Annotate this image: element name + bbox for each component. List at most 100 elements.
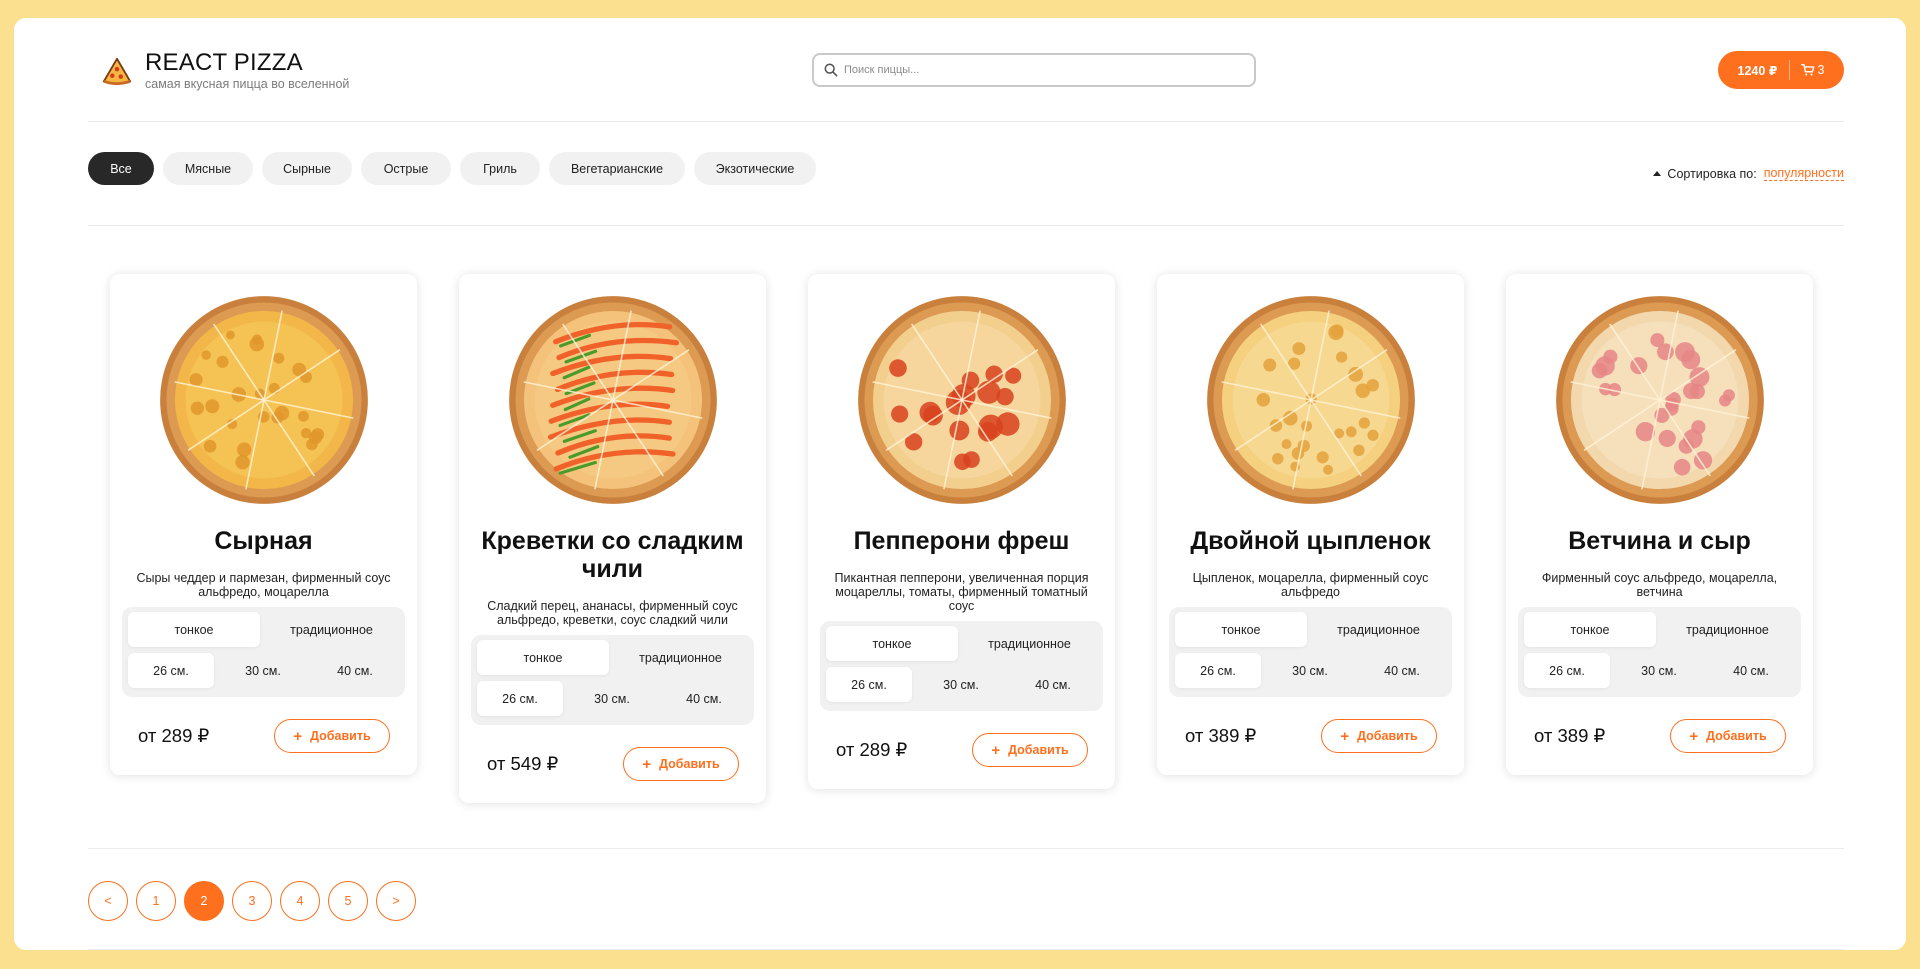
pagination: <1 2 3 4 5 > bbox=[88, 881, 424, 921]
size-option[interactable]: 30 см. bbox=[1616, 653, 1702, 688]
dough-type-option[interactable]: традиционное bbox=[613, 640, 748, 675]
dough-type-option[interactable]: тонкое bbox=[128, 612, 260, 647]
logo[interactable]: REACT PIZZA самая вкусная пицца во вселе… bbox=[102, 50, 349, 92]
pagination-page-button[interactable]: 4 bbox=[280, 881, 320, 921]
pizza-name: Двойной цыпленок bbox=[1190, 527, 1431, 555]
pizza-price: от 389 ₽ bbox=[1185, 725, 1257, 746]
category-button[interactable]: Острые bbox=[361, 152, 451, 185]
plus-icon: + bbox=[1689, 727, 1699, 745]
size-option[interactable]: 40 см. bbox=[1708, 653, 1794, 688]
dough-type-option[interactable]: традиционное bbox=[1660, 612, 1795, 647]
logo-title: REACT PIZZA bbox=[145, 49, 303, 76]
plus-icon: + bbox=[642, 755, 652, 773]
search-icon bbox=[824, 63, 838, 77]
header: REACT PIZZA самая вкусная пицца во вселе… bbox=[88, 18, 1844, 122]
logo-subtitle: самая вкусная пицца во вселенной bbox=[145, 77, 350, 91]
add-label: Добавить bbox=[310, 729, 371, 743]
cart-count: 3 bbox=[1817, 63, 1825, 77]
categories: Все Мясные Сырные Острые Гриль Вегетарианские… bbox=[88, 152, 825, 185]
size-option[interactable]: 26 см. bbox=[826, 667, 912, 702]
pizza-options: тонкое традиционное 26 см. 30 см. 40 см. bbox=[1518, 607, 1801, 697]
bottom-divider bbox=[88, 949, 1844, 950]
pizza-description: Цыпленок, моцарелла, фирменный соус альф… bbox=[1192, 571, 1429, 599]
pizza-options: тонкое традиционное 26 см. 30 см. 40 см. bbox=[471, 635, 754, 725]
pizza-card: Двойной цыпленок Цыпленок, моцарелла, фир… bbox=[1157, 274, 1464, 775]
add-label: Добавить bbox=[659, 757, 720, 771]
size-option[interactable]: 26 см. bbox=[1524, 653, 1610, 688]
category-button[interactable]: Вегетарианские bbox=[549, 152, 685, 185]
pagination-divider bbox=[88, 848, 1844, 849]
dough-type-option[interactable]: традиционное bbox=[1311, 612, 1446, 647]
add-label: Добавить bbox=[1706, 729, 1767, 743]
pagination-prev-button[interactable]: < bbox=[88, 881, 128, 921]
pagination-page-button[interactable]: 5 bbox=[328, 881, 368, 921]
search-box bbox=[812, 53, 1256, 87]
pizza-description: Сладкий перец, ананасы, фирменный соус а… bbox=[487, 599, 738, 627]
size-option[interactable]: 30 см. bbox=[1267, 653, 1353, 688]
pizza-logo-icon bbox=[102, 57, 132, 86]
dough-type-option[interactable]: тонкое bbox=[477, 640, 609, 675]
sort-arrow-icon[interactable] bbox=[1653, 171, 1662, 176]
search-input[interactable] bbox=[844, 64, 1244, 76]
pizza-card: Ветчина и сыр Фирменный соус альфредо, мо… bbox=[1506, 274, 1813, 775]
size-option[interactable]: 26 см. bbox=[128, 653, 214, 688]
add-to-cart-button[interactable]: + Добавить bbox=[623, 747, 739, 781]
dough-type-option[interactable]: тонкое bbox=[1175, 612, 1307, 647]
size-option[interactable]: 40 см. bbox=[1010, 667, 1096, 702]
pizza-description: Пикантная пепперони, увеличенная порция … bbox=[834, 571, 1089, 613]
pizza-card: Сырная Сыры чеддер и пармезан, фирменный … bbox=[110, 274, 417, 775]
pizza-image bbox=[507, 294, 719, 506]
size-option[interactable]: 30 см. bbox=[220, 653, 306, 688]
pizza-name: Сырная bbox=[214, 527, 313, 555]
pizza-price: от 549 ₽ bbox=[487, 753, 559, 774]
category-button[interactable]: Все bbox=[88, 152, 154, 185]
pizza-image bbox=[1554, 294, 1766, 506]
category-button[interactable]: Гриль bbox=[460, 152, 540, 185]
sort-value[interactable]: популярности bbox=[1763, 166, 1844, 181]
add-to-cart-button[interactable]: + Добавить bbox=[1670, 719, 1786, 753]
add-to-cart-button[interactable]: + Добавить bbox=[1321, 719, 1437, 753]
cart-button[interactable]: 1240 ₽ 3 bbox=[1718, 51, 1844, 89]
pizza-price: от 289 ₽ bbox=[138, 725, 210, 746]
add-label: Добавить bbox=[1008, 743, 1069, 757]
add-label: Добавить bbox=[1357, 729, 1418, 743]
pizza-options: тонкое традиционное 26 см. 30 см. 40 см. bbox=[1169, 607, 1452, 697]
pagination-page-button[interactable]: 2 bbox=[184, 881, 224, 921]
size-option[interactable]: 40 см. bbox=[312, 653, 398, 688]
pizza-image bbox=[158, 294, 370, 506]
size-option[interactable]: 30 см. bbox=[569, 681, 655, 716]
size-option[interactable]: 40 см. bbox=[661, 681, 747, 716]
pizza-price: от 389 ₽ bbox=[1534, 725, 1606, 746]
pagination-next-button[interactable]: > bbox=[376, 881, 416, 921]
add-to-cart-button[interactable]: + Добавить bbox=[972, 733, 1088, 767]
pizza-image bbox=[1205, 294, 1417, 506]
pizza-card: Креветки со сладким чили Сладкий перец, а… bbox=[459, 274, 766, 803]
dough-type-option[interactable]: тонкое bbox=[826, 626, 958, 661]
pizza-description: Фирменный соус альфредо, моцарелла, ветч… bbox=[1541, 571, 1778, 599]
pizza-name: Ветчина и сыр bbox=[1568, 527, 1751, 555]
sort: Сортировка по: популярности bbox=[1653, 166, 1844, 181]
dough-type-option[interactable]: традиционное bbox=[264, 612, 399, 647]
add-to-cart-button[interactable]: + Добавить bbox=[274, 719, 390, 753]
cart-icon bbox=[1800, 64, 1814, 76]
category-button[interactable]: Мясные bbox=[163, 152, 253, 185]
pizza-card: Пепперони фреш Пикантная пепперони, увели… bbox=[808, 274, 1115, 789]
size-option[interactable]: 26 см. bbox=[1175, 653, 1261, 688]
category-button[interactable]: Экзотические bbox=[694, 152, 816, 185]
pizza-price: от 289 ₽ bbox=[836, 739, 908, 760]
size-option[interactable]: 26 см. bbox=[477, 681, 563, 716]
dough-type-option[interactable]: традиционное bbox=[962, 626, 1097, 661]
pizza-options: тонкое традиционное 26 см. 30 см. 40 см. bbox=[122, 607, 405, 697]
pizza-options: тонкое традиционное 26 см. 30 см. 40 см. bbox=[820, 621, 1103, 711]
page-wrapper: REACT PIZZA самая вкусная пицца во вселе… bbox=[14, 18, 1906, 950]
pagination-page-button[interactable]: 1 bbox=[136, 881, 176, 921]
plus-icon: + bbox=[991, 741, 1001, 759]
dough-type-option[interactable]: тонкое bbox=[1524, 612, 1656, 647]
filter-bar: Все Мясные Сырные Острые Гриль Вегетарианские… bbox=[88, 123, 1844, 226]
category-button[interactable]: Сырные bbox=[262, 152, 352, 185]
pizza-name: Креветки со сладким чили bbox=[481, 527, 744, 583]
size-option[interactable]: 40 см. bbox=[1359, 653, 1445, 688]
size-option[interactable]: 30 см. bbox=[918, 667, 1004, 702]
pizza-description: Сыры чеддер и пармезан, фирменный соус а… bbox=[136, 571, 391, 599]
pagination-page-button[interactable]: 3 bbox=[232, 881, 272, 921]
